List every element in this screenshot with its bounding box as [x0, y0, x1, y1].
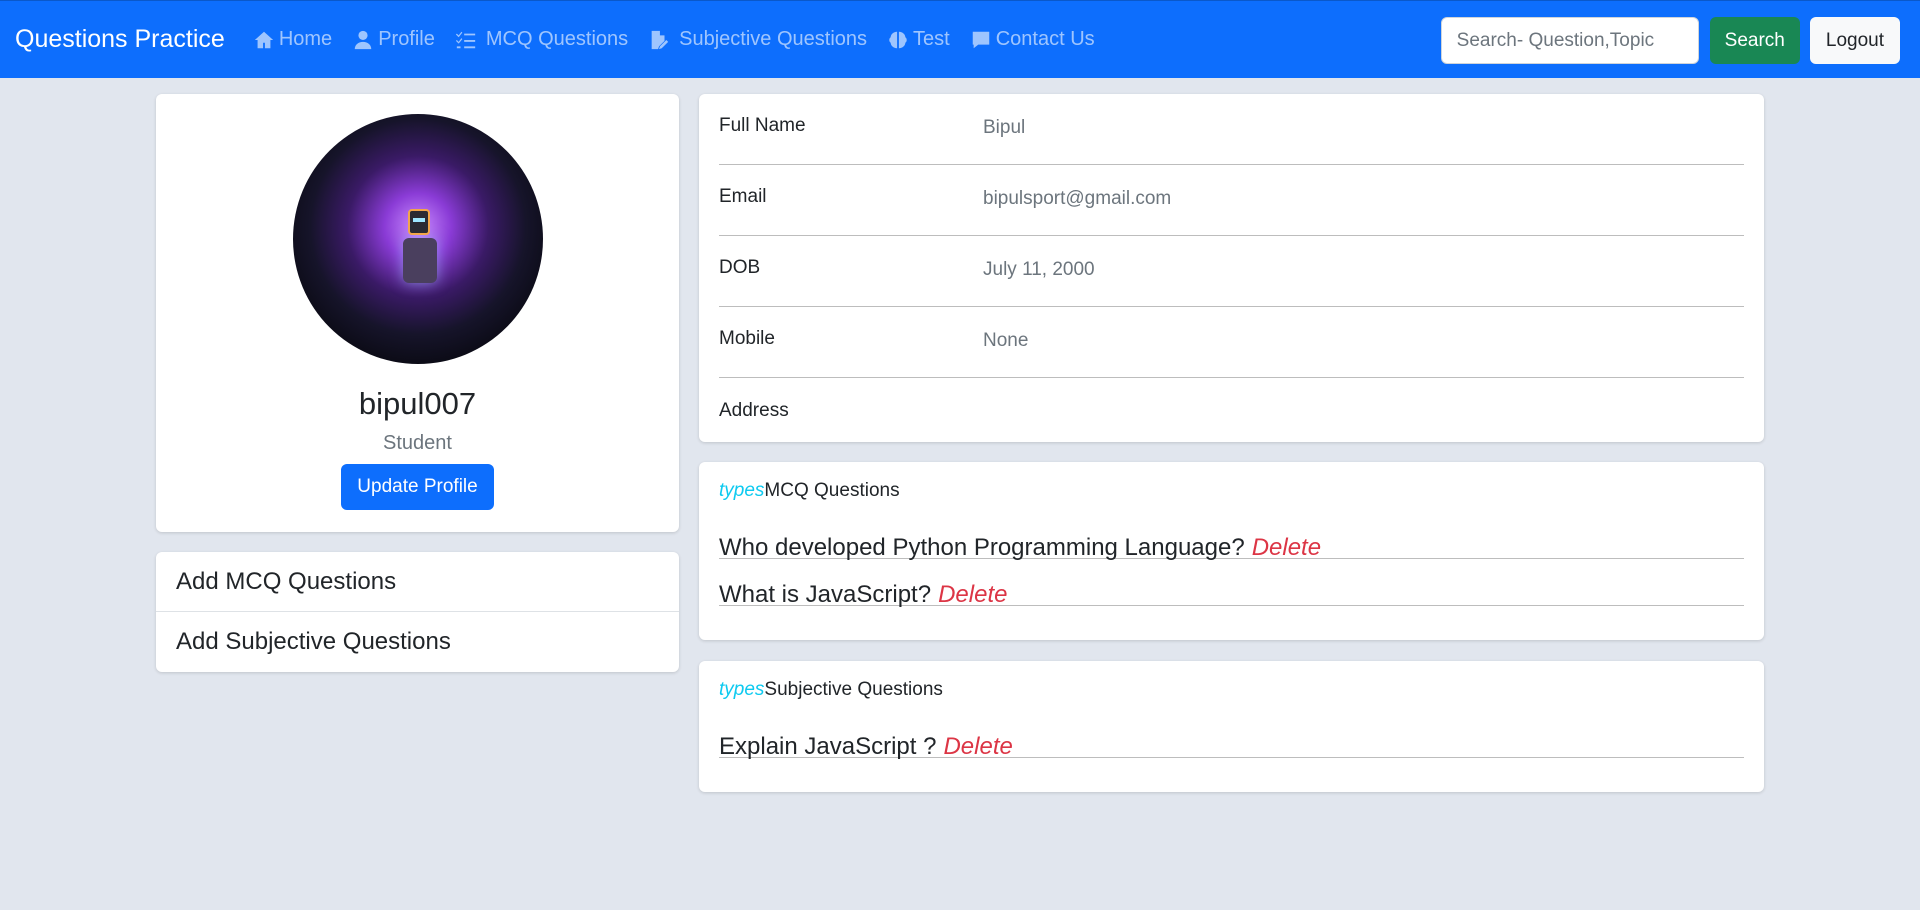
list-check-icon	[455, 31, 476, 48]
info-row-full-name: Full Name Bipul	[719, 94, 1744, 165]
delete-link[interactable]: Delete	[938, 583, 1007, 607]
add-subjective-questions-link[interactable]: Add Subjective Questions	[156, 612, 679, 672]
nav-home-label: Home	[278, 28, 333, 50]
brand-link[interactable]: Questions Practice	[15, 25, 225, 54]
logout-button[interactable]: Logout	[1809, 17, 1900, 64]
nav-test[interactable]: Test	[877, 1, 960, 78]
search-input[interactable]	[1440, 17, 1699, 64]
subjective-heading: typesSubjective Questions	[719, 679, 1744, 701]
types-prefix: types	[719, 480, 765, 501]
delete-link[interactable]: Delete	[1252, 536, 1321, 560]
delete-link[interactable]: Delete	[943, 735, 1012, 759]
message-icon	[972, 31, 989, 48]
nav-profile-label: Profile	[378, 28, 435, 50]
question-text[interactable]: Explain JavaScript ?	[719, 735, 936, 759]
add-questions-list: Add MCQ Questions Add Subjective Questio…	[156, 552, 679, 672]
avatar-robot-head	[407, 209, 430, 235]
add-mcq-questions-link[interactable]: Add MCQ Questions	[156, 552, 679, 612]
mcq-heading: typesMCQ Questions	[719, 480, 1744, 502]
top-navbar: Questions Practice Home Profile MCQ Ques…	[0, 0, 1920, 78]
nav-subjective-questions[interactable]: Subjective Questions	[638, 1, 877, 78]
nav-contact-us[interactable]: Contact Us	[960, 1, 1105, 78]
nav-home[interactable]: Home	[243, 1, 342, 78]
question-item: Who developed Python Programming Languag…	[719, 512, 1744, 560]
info-label: Email	[719, 186, 767, 207]
nav-subjective-label: Subjective Questions	[679, 28, 868, 50]
question-text[interactable]: What is JavaScript?	[719, 583, 931, 607]
nav-links: Home Profile MCQ Questions Subjective Qu…	[243, 1, 1105, 78]
question-text[interactable]: Who developed Python Programming Languag…	[719, 536, 1245, 560]
home-icon	[254, 31, 273, 48]
profile-details-card: Full Name Bipul Email bipulsport@gmail.c…	[699, 94, 1764, 442]
info-value: bipulsport@gmail.com	[983, 188, 1172, 209]
info-value: July 11, 2000	[983, 259, 1095, 280]
info-label: DOB	[719, 257, 761, 278]
info-label: Full Name	[719, 115, 806, 136]
update-profile-button[interactable]: Update Profile	[341, 464, 494, 510]
nav-mcq-questions[interactable]: MCQ Questions	[445, 1, 638, 78]
info-row-email: Email bipulsport@gmail.com	[719, 165, 1744, 236]
nav-contact-label: Contact Us	[995, 28, 1095, 50]
info-row-mobile: Mobile None	[719, 307, 1744, 378]
info-row-address: Address	[719, 378, 1744, 449]
brain-icon	[889, 31, 907, 48]
info-row-dob: DOB July 11, 2000	[719, 236, 1744, 307]
nav-right-group: Search Logout	[1440, 17, 1900, 64]
question-item: Explain JavaScript ? Delete	[719, 711, 1744, 759]
subjective-questions-card: typesSubjective Questions Explain JavaSc…	[699, 661, 1764, 792]
nav-mcq-label: MCQ Questions	[485, 28, 629, 50]
info-label: Mobile	[719, 328, 775, 349]
profile-card: bipul007 Student Update Profile	[156, 94, 679, 532]
file-pen-icon	[651, 30, 669, 49]
info-label: Address	[719, 399, 789, 421]
info-value: None	[983, 330, 1029, 351]
mcq-questions-card: typesMCQ Questions Who developed Python …	[699, 462, 1764, 640]
avatar	[292, 114, 543, 364]
user-icon	[354, 30, 372, 49]
avatar-robot-body	[402, 238, 437, 283]
nav-test-label: Test	[913, 28, 950, 50]
mcq-title: MCQ Questions	[764, 480, 900, 501]
profile-role: Student	[383, 432, 452, 454]
nav-profile[interactable]: Profile	[342, 1, 445, 78]
profile-username: bipul007	[358, 386, 477, 421]
search-button[interactable]: Search	[1709, 17, 1800, 64]
types-prefix: types	[719, 679, 765, 700]
subjective-title: Subjective Questions	[764, 679, 943, 700]
info-value: Bipul	[983, 117, 1026, 138]
question-item: What is JavaScript? Delete	[719, 559, 1744, 607]
